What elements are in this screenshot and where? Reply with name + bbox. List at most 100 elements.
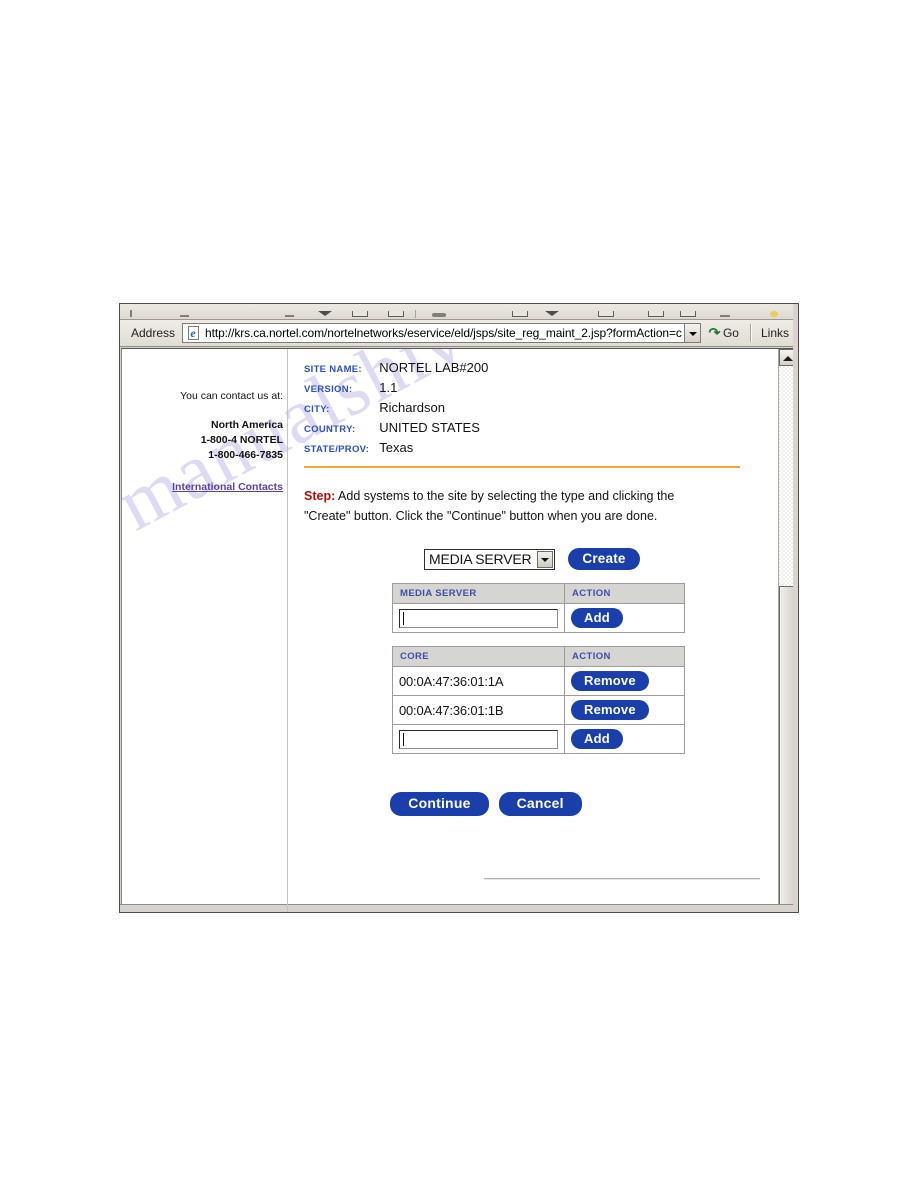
core-input-cell bbox=[392, 724, 565, 754]
core-mac-value: 00:0A:47:36:01:1A bbox=[392, 666, 565, 696]
site-info-value: 1.1 bbox=[379, 380, 398, 395]
site-info-row: COUNTRY: UNITED STATES bbox=[304, 420, 488, 440]
browser-window: Address e http://krs.ca.nortel.com/norte… bbox=[119, 303, 799, 913]
site-info-row: SITE NAME: NORTEL LAB#200 bbox=[304, 360, 488, 380]
address-label: Address bbox=[131, 326, 176, 340]
toolbar-favorites-icon[interactable] bbox=[512, 311, 528, 317]
toolbar-ghost-3 bbox=[285, 315, 294, 317]
go-arrow-icon: ↷ bbox=[708, 325, 721, 340]
step-text-line2: "Create" button. Click the "Continue" bu… bbox=[304, 509, 658, 523]
contact-phone-secondary: 1-800-466-7835 bbox=[208, 449, 283, 461]
text-caret bbox=[403, 611, 404, 625]
remove-core-button[interactable]: Remove bbox=[571, 700, 649, 720]
core-action-cell: Remove bbox=[564, 666, 685, 696]
toolbar-search-icon[interactable] bbox=[432, 313, 446, 317]
core-mac-value: 00:0A:47:36:01:1B bbox=[392, 695, 565, 725]
site-info-key: STATE/PROV: bbox=[304, 444, 370, 455]
internet-explorer-e-icon: e bbox=[190, 325, 196, 340]
site-info-table: SITE NAME: NORTEL LAB#200 VERSION: 1.1 C… bbox=[304, 360, 488, 460]
site-info-key: COUNTRY: bbox=[304, 424, 356, 435]
toolbar-print-icon[interactable] bbox=[648, 311, 664, 317]
toolbar-separator-2 bbox=[749, 324, 752, 342]
orange-divider bbox=[304, 466, 740, 468]
address-url-text: http://krs.ca.nortel.com/nortelnetworks/… bbox=[205, 326, 682, 340]
toolbar-ghost-2 bbox=[180, 315, 189, 317]
create-controls-row: MEDIA SERVER Create bbox=[424, 548, 778, 570]
site-info-value: NORTEL LAB#200 bbox=[379, 360, 489, 375]
site-info-value: Texas bbox=[379, 440, 414, 455]
site-info-key: CITY: bbox=[304, 404, 330, 415]
links-button[interactable]: Links bbox=[754, 326, 796, 340]
column-header-type: MEDIA SERVER bbox=[392, 583, 565, 604]
page-viewport: manualshive.com You can contact us at: N… bbox=[121, 348, 797, 912]
document-area: manualshive.com You can contact us at: N… bbox=[122, 349, 778, 912]
toolbar-stop-icon[interactable] bbox=[352, 311, 368, 317]
table-row: Add bbox=[392, 603, 685, 633]
main-content: J SITE NAME: NORTEL LAB#200 VERSION: 1.1 bbox=[288, 349, 778, 912]
page-document-icon: e bbox=[186, 325, 201, 341]
media-server-input[interactable] bbox=[399, 608, 558, 628]
text-caret bbox=[403, 732, 404, 746]
cancel-button[interactable]: Cancel bbox=[498, 792, 582, 816]
go-button[interactable]: ↷ Go bbox=[701, 325, 748, 341]
page-canvas: Address e http://krs.ca.nortel.com/norte… bbox=[0, 0, 918, 1188]
toolbar-separator-1 bbox=[415, 310, 416, 318]
system-type-selected-value: MEDIA SERVER bbox=[429, 551, 532, 567]
table-row: 00:0A:47:36:01:1A Remove bbox=[392, 666, 685, 696]
table-header-row: CORE ACTION bbox=[392, 646, 685, 667]
table-row: 00:0A:47:36:01:1B Remove bbox=[392, 695, 685, 725]
site-info-row: VERSION: 1.1 bbox=[304, 380, 488, 400]
toolbar-history-icon[interactable] bbox=[545, 311, 559, 316]
address-bar: Address e http://krs.ca.nortel.com/norte… bbox=[120, 320, 798, 347]
toolbar-strip-cropped bbox=[120, 304, 798, 320]
toolbar-refresh-icon[interactable] bbox=[388, 311, 404, 317]
international-contacts-link[interactable]: International Contacts bbox=[122, 480, 283, 495]
sidebar: You can contact us at: North America 1-8… bbox=[122, 349, 288, 912]
core-table: CORE ACTION 00:0A:47:36:01:1A Remove 00: bbox=[392, 646, 685, 754]
footer-divider bbox=[484, 878, 760, 880]
create-button[interactable]: Create bbox=[568, 548, 640, 570]
step-instruction: Step: Add systems to the site by selecti… bbox=[304, 486, 740, 526]
system-type-select[interactable]: MEDIA SERVER bbox=[424, 548, 556, 570]
column-header-action: ACTION bbox=[564, 583, 685, 604]
toolbar-mail-icon[interactable] bbox=[598, 311, 614, 317]
chevron-down-icon[interactable] bbox=[537, 550, 554, 568]
site-info-row: CITY: Richardson bbox=[304, 400, 488, 420]
continue-button[interactable]: Continue bbox=[390, 792, 489, 816]
site-info-value: Richardson bbox=[379, 400, 445, 415]
media-server-input-cell bbox=[392, 603, 565, 633]
window-right-edge bbox=[793, 304, 798, 912]
core-action-cell: Remove bbox=[564, 695, 685, 725]
contact-phone-primary: 1-800-4 NORTEL bbox=[200, 434, 283, 446]
step-text-line1: Add systems to the site by selecting the… bbox=[335, 489, 675, 503]
add-core-button[interactable]: Add bbox=[571, 729, 623, 749]
contact-lead-text: You can contact us at: bbox=[180, 390, 283, 402]
contact-block: You can contact us at: North America 1-8… bbox=[122, 349, 287, 495]
table-header-row: MEDIA SERVER ACTION bbox=[392, 583, 685, 604]
toolbar-ghost-4 bbox=[720, 315, 730, 317]
toolbar-messenger-icon[interactable] bbox=[770, 311, 778, 317]
media-server-table: MEDIA SERVER ACTION Add bbox=[392, 583, 685, 633]
add-media-server-button[interactable]: Add bbox=[571, 608, 623, 628]
bottom-actions: Continue Cancel bbox=[304, 792, 668, 816]
column-header-action: ACTION bbox=[564, 646, 685, 667]
go-button-label: Go bbox=[722, 326, 739, 340]
column-header-type: CORE bbox=[392, 646, 565, 667]
address-dropdown-icon[interactable] bbox=[684, 323, 702, 343]
remove-core-button[interactable]: Remove bbox=[571, 671, 649, 691]
contact-region: North America bbox=[211, 419, 283, 431]
toolbar-edit-icon[interactable] bbox=[680, 311, 696, 317]
address-input[interactable]: e http://krs.ca.nortel.com/nortelnetwork… bbox=[182, 323, 685, 343]
site-info-row: STATE/PROV: Texas bbox=[304, 440, 488, 460]
toolbar-ghost-1 bbox=[130, 310, 132, 317]
table-row: Add bbox=[392, 724, 685, 754]
site-info-key: SITE NAME: bbox=[304, 364, 362, 375]
media-server-action-cell: Add bbox=[564, 603, 685, 633]
site-info-key: VERSION: bbox=[304, 384, 353, 395]
core-action-cell: Add bbox=[564, 724, 685, 754]
site-info-value: UNITED STATES bbox=[379, 420, 480, 435]
core-input[interactable] bbox=[399, 729, 558, 749]
step-label: Step: bbox=[304, 489, 336, 503]
toolbar-back-arrow-icon[interactable] bbox=[318, 311, 332, 316]
cropped-red-glyph: J bbox=[390, 349, 399, 352]
